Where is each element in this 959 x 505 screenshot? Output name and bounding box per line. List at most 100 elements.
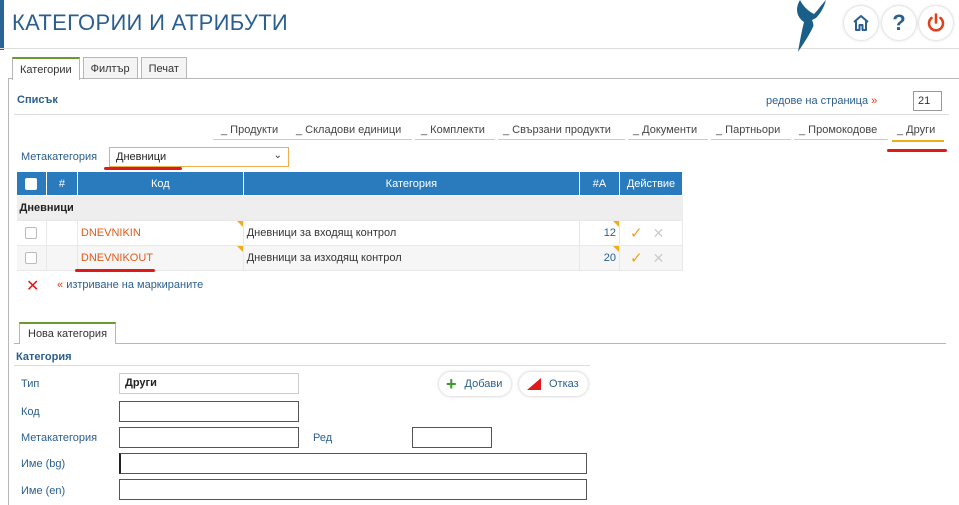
metacategory-label: Метакатегория bbox=[21, 151, 98, 163]
name-en-label: Име (en) bbox=[21, 485, 66, 497]
delete-arrow: « bbox=[57, 279, 64, 291]
subnav-bundles[interactable]: _ Комплекти bbox=[421, 124, 485, 136]
subnav-separator bbox=[711, 139, 791, 140]
order-label: Ред bbox=[313, 432, 333, 444]
power-icon bbox=[927, 13, 945, 32]
metacategory-select[interactable]: Дневници ⌄ bbox=[109, 147, 289, 167]
rows-per-page-text: редове на страница bbox=[766, 95, 869, 107]
list-title: Списък bbox=[17, 94, 58, 106]
row-code[interactable]: DNEVNIKOUT bbox=[77, 245, 244, 271]
remove-icon[interactable]: ✕ bbox=[653, 225, 665, 241]
delete-marked-text: изтриване на маркираните bbox=[66, 279, 204, 291]
row-count: 20 bbox=[579, 245, 620, 271]
plus-icon: + bbox=[446, 374, 457, 394]
page-title: КАТЕГОРИИ И АТРИБУТИ bbox=[12, 10, 289, 35]
col-code[interactable]: Код bbox=[76, 171, 244, 196]
tab-new-category[interactable]: Нова категория bbox=[19, 322, 117, 344]
order-input[interactable] bbox=[412, 427, 492, 448]
group-label: Дневници bbox=[16, 195, 683, 221]
add-button[interactable]: + Добави bbox=[439, 372, 512, 396]
delete-marked-link[interactable]: « изтриване на маркираните bbox=[57, 279, 203, 291]
code-input[interactable] bbox=[119, 401, 299, 422]
subnav-separator bbox=[290, 139, 412, 140]
row-actions: ✓ ✕ bbox=[619, 245, 684, 271]
subnav-promocodes[interactable]: _ Промокодове bbox=[799, 124, 877, 136]
subnav-separator bbox=[794, 139, 888, 140]
subnav-separator bbox=[415, 139, 495, 140]
table-group-row: Дневници bbox=[16, 195, 683, 221]
cancel-triangle-icon bbox=[527, 378, 541, 390]
annotation-underline bbox=[104, 167, 182, 170]
row-code-text: DNEVNIKOUT bbox=[80, 252, 154, 264]
edit-marker-icon bbox=[236, 246, 243, 252]
row-code[interactable]: DNEVNIKIN bbox=[77, 220, 244, 246]
col-action: Действие bbox=[618, 171, 684, 196]
row-code-text: DNEVNIKIN bbox=[80, 227, 141, 239]
annotation-underline bbox=[887, 149, 947, 152]
edit-marker-icon bbox=[236, 221, 243, 227]
categories-table: # Код Категория #A Действие Дневници DNE… bbox=[16, 171, 684, 271]
subnav-documents[interactable]: _ Документи bbox=[633, 124, 697, 136]
delete-icon[interactable]: ✕ bbox=[26, 276, 39, 296]
logout-button[interactable] bbox=[919, 6, 953, 40]
table-header-row: # Код Категория #A Действие bbox=[16, 171, 684, 196]
confirm-icon[interactable]: ✓ bbox=[630, 225, 643, 242]
type-field: Други bbox=[119, 373, 299, 394]
name-en-input[interactable] bbox=[119, 479, 587, 500]
confirm-icon[interactable]: ✓ bbox=[630, 250, 643, 267]
subnav-separator bbox=[628, 139, 708, 140]
cancel-button-label: Отказ bbox=[549, 378, 579, 390]
row-category-text: Дневници за входящ контрол bbox=[246, 227, 397, 239]
select-all-checkbox[interactable] bbox=[25, 177, 38, 190]
list-divider bbox=[14, 114, 949, 115]
row-count-text: 12 bbox=[603, 227, 616, 239]
row-category[interactable]: Дневници за изходящ контрол bbox=[243, 245, 581, 271]
row-number bbox=[46, 245, 78, 271]
form-section-title: Категория bbox=[16, 351, 72, 363]
row-category-text: Дневници за изходящ контрол bbox=[246, 252, 402, 264]
subnav-related-products[interactable]: _ Свързани продукти bbox=[503, 124, 611, 136]
row-count-text: 20 bbox=[603, 252, 616, 264]
cancel-button[interactable]: Отказ bbox=[519, 372, 588, 396]
metacategory-value: Дневници bbox=[116, 151, 167, 163]
col-attribute-count[interactable]: #A bbox=[579, 171, 620, 196]
col-number: # bbox=[45, 171, 78, 196]
subnav-products[interactable]: _ Продукти bbox=[221, 124, 278, 136]
metacategory-field-label: Метакатегория bbox=[21, 432, 98, 444]
help-button[interactable]: ? bbox=[882, 6, 916, 40]
table-row: DNEVNIKIN Дневници за входящ контрол 12 … bbox=[16, 220, 684, 246]
tab-print[interactable]: Печат bbox=[140, 57, 187, 79]
header-accent-bar bbox=[0, 0, 4, 50]
type-label: Тип bbox=[21, 378, 40, 390]
table-row: DNEVNIKOUT Дневници за изходящ контрол 2… bbox=[16, 245, 684, 271]
home-button[interactable] bbox=[844, 6, 878, 40]
row-checkbox[interactable] bbox=[25, 227, 38, 240]
annotation-underline bbox=[75, 269, 155, 272]
subnav-storage-units[interactable]: _ Складови единици bbox=[296, 124, 401, 136]
edit-marker-icon bbox=[612, 246, 619, 252]
rows-per-page-arrow: » bbox=[871, 95, 878, 107]
row-actions: ✓ ✕ bbox=[619, 220, 684, 246]
chevron-down-icon: ⌄ bbox=[273, 150, 282, 161]
row-count: 12 bbox=[579, 220, 620, 246]
row-category[interactable]: Дневници за входящ контрол bbox=[243, 220, 581, 246]
metacategory-input[interactable] bbox=[119, 427, 299, 448]
subnav-partners[interactable]: _ Партньори bbox=[716, 124, 780, 136]
row-checkbox[interactable] bbox=[25, 252, 38, 265]
tab-categories[interactable]: Категории bbox=[12, 57, 80, 80]
form-section-divider bbox=[14, 365, 590, 366]
rows-per-page-input[interactable]: 21 bbox=[913, 91, 942, 111]
home-icon bbox=[853, 15, 869, 31]
row-number bbox=[46, 220, 78, 246]
remove-icon[interactable]: ✕ bbox=[653, 250, 665, 266]
select-all-cell bbox=[16, 171, 47, 196]
col-category[interactable]: Категория bbox=[242, 171, 581, 196]
subnav-separator bbox=[213, 139, 290, 140]
panel-border bbox=[8, 79, 9, 505]
name-bg-label: Име (bg) bbox=[21, 458, 66, 470]
rows-per-page-label: редове на страница » bbox=[766, 95, 877, 107]
name-bg-input[interactable] bbox=[119, 453, 587, 474]
subnav-other[interactable]: _ Други bbox=[897, 124, 935, 136]
tab-filter[interactable]: Филтър bbox=[82, 57, 138, 79]
bird-logo-icon bbox=[797, 0, 826, 52]
